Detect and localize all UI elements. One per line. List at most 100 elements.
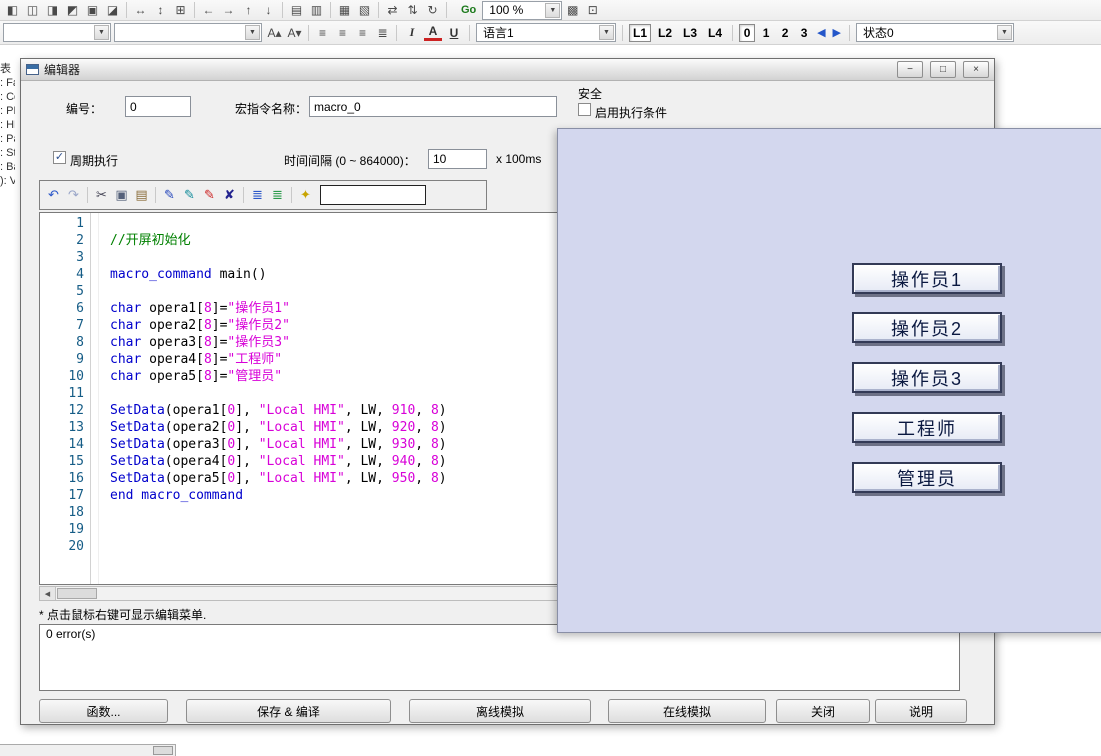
next-state-arrow[interactable]: ▶: [831, 26, 843, 39]
align-top-icon[interactable]: ◩: [63, 2, 82, 19]
previous-state-arrow[interactable]: ◀: [815, 26, 827, 39]
bring-to-front-icon[interactable]: ▤: [287, 2, 306, 19]
level-button-l1[interactable]: L1: [629, 24, 651, 42]
font-shrink-icon[interactable]: A▾: [285, 24, 304, 41]
ungroup-icon[interactable]: ▧: [355, 2, 374, 19]
grid-icon[interactable]: ▩: [563, 2, 582, 19]
stop-macro-icon[interactable]: ✘: [220, 187, 239, 204]
preview-button-engineer[interactable]: 工程师: [852, 412, 1002, 443]
copy-icon[interactable]: ▣: [112, 187, 131, 204]
preview-button-operator2[interactable]: 操作员2: [852, 312, 1002, 343]
text-align-right-icon[interactable]: ≡: [353, 24, 372, 41]
scrollbar-thumb[interactable]: [57, 588, 97, 599]
same-height-icon[interactable]: ↕: [151, 2, 170, 19]
tree-item-fragment: : St: [0, 146, 15, 160]
maximize-button[interactable]: □: [930, 61, 956, 78]
send-to-back-icon[interactable]: ▥: [307, 2, 326, 19]
italic-button[interactable]: I: [403, 24, 421, 42]
preview-button-admin[interactable]: 管理员: [852, 462, 1002, 493]
cut-icon[interactable]: ✂: [92, 187, 111, 204]
toolbar-separator: [622, 25, 623, 41]
keyword-search-input[interactable]: [320, 185, 426, 205]
chevron-down-icon[interactable]: ▼: [545, 3, 560, 18]
group-icon[interactable]: ▦: [335, 2, 354, 19]
state-number-3[interactable]: 3: [796, 24, 812, 42]
nudge-left-icon[interactable]: ←: [199, 2, 218, 19]
line-number: 13: [40, 419, 90, 436]
shape-combo[interactable]: ▼: [114, 23, 262, 42]
editor-window-icon: [26, 64, 39, 75]
align-left-icon[interactable]: ◧: [3, 2, 22, 19]
tree-item-fragment: : PL: [0, 104, 15, 118]
state-number-0[interactable]: 0: [739, 24, 755, 42]
compile-macro-icon[interactable]: ✎: [160, 187, 179, 204]
compile-output-box[interactable]: 0 error(s): [39, 624, 960, 691]
enable-execution-condition-checkbox[interactable]: [578, 103, 591, 116]
font-color-button[interactable]: A: [424, 25, 442, 41]
editor-toolbar: ↶↷✂▣▤✎✎✎✘≣≣✦: [39, 180, 487, 210]
help-button[interactable]: 说明: [875, 699, 967, 723]
background-scrollbar-fragment[interactable]: [0, 744, 176, 756]
go-button[interactable]: Go: [461, 4, 476, 16]
text-align-left-icon[interactable]: ≡: [313, 24, 332, 41]
state-number-1[interactable]: 1: [758, 24, 774, 42]
chevron-down-icon[interactable]: ▼: [997, 25, 1012, 40]
rotate-icon[interactable]: ↻: [423, 2, 442, 19]
macro-id-input[interactable]: [125, 96, 191, 117]
language-combo[interactable]: 语言1 ▼: [476, 23, 616, 42]
paste-icon[interactable]: ▤: [132, 187, 151, 204]
level-button-l3[interactable]: L3: [679, 24, 701, 42]
state-number-2[interactable]: 2: [777, 24, 793, 42]
flip-horizontal-icon[interactable]: ⇄: [383, 2, 402, 19]
zoom-combo[interactable]: 100 % ▼: [482, 1, 562, 20]
function-button[interactable]: 函数...: [39, 699, 168, 723]
close-button[interactable]: ×: [963, 61, 989, 78]
minimize-button[interactable]: −: [897, 61, 923, 78]
level-button-l2[interactable]: L2: [654, 24, 676, 42]
run-macro-icon[interactable]: ✎: [200, 187, 219, 204]
nudge-up-icon[interactable]: ↑: [239, 2, 258, 19]
save-compile-button[interactable]: 保存 & 编译: [186, 699, 391, 723]
align-right-icon[interactable]: ◨: [43, 2, 62, 19]
align-middle-icon[interactable]: ▣: [83, 2, 102, 19]
chevron-down-icon[interactable]: ▼: [94, 25, 109, 40]
hint-text: * 点击鼠标右键可显示编辑菜单.: [39, 606, 206, 623]
underline-button[interactable]: U: [445, 24, 463, 42]
redo-icon[interactable]: ↷: [64, 187, 83, 204]
macro-wizard-icon[interactable]: ✎: [180, 187, 199, 204]
chevron-down-icon[interactable]: ▼: [245, 25, 260, 40]
snap-icon[interactable]: ⊡: [583, 2, 602, 19]
interval-input[interactable]: [428, 149, 487, 169]
preview-button-operator1[interactable]: 操作员1: [852, 263, 1002, 294]
level-button-l4[interactable]: L4: [704, 24, 726, 42]
keyword-search-icon[interactable]: ✦: [296, 187, 315, 204]
text-align-center-icon[interactable]: ≡: [333, 24, 352, 41]
line-spacing-icon[interactable]: ≣: [373, 24, 392, 41]
online-simulation-button[interactable]: 在线模拟: [608, 699, 766, 723]
font-enlarge-icon[interactable]: A▴: [265, 24, 284, 41]
flip-vertical-icon[interactable]: ⇅: [403, 2, 422, 19]
same-size-icon[interactable]: ⊞: [171, 2, 190, 19]
same-width-icon[interactable]: ↔: [131, 2, 150, 19]
indent-icon[interactable]: ≣: [248, 187, 267, 204]
align-bottom-icon[interactable]: ◪: [103, 2, 122, 19]
chevron-down-icon[interactable]: ▼: [599, 25, 614, 40]
preview-button-operator3[interactable]: 操作员3: [852, 362, 1002, 393]
line-number: 10: [40, 368, 90, 385]
close-dialog-button[interactable]: 关闭: [776, 699, 870, 723]
state-combo[interactable]: 状态0 ▼: [856, 23, 1014, 42]
dialog-title: 编辑器: [44, 61, 80, 78]
scroll-left-icon[interactable]: ◀: [40, 587, 56, 600]
dialog-titlebar[interactable]: 编辑器 − □ ×: [21, 59, 994, 81]
periodic-execution-checkbox[interactable]: ✓: [53, 151, 66, 164]
offline-simulation-button[interactable]: 离线模拟: [409, 699, 591, 723]
object-combo[interactable]: ▼: [3, 23, 111, 42]
macro-name-input[interactable]: [309, 96, 557, 117]
outdent-icon[interactable]: ≣: [268, 187, 287, 204]
align-center-icon[interactable]: ◫: [23, 2, 42, 19]
nudge-right-icon[interactable]: →: [219, 2, 238, 19]
toolbar-separator: [330, 2, 331, 18]
undo-icon[interactable]: ↶: [44, 187, 63, 204]
nudge-down-icon[interactable]: ↓: [259, 2, 278, 19]
scrollbar-thumb[interactable]: [153, 746, 173, 755]
